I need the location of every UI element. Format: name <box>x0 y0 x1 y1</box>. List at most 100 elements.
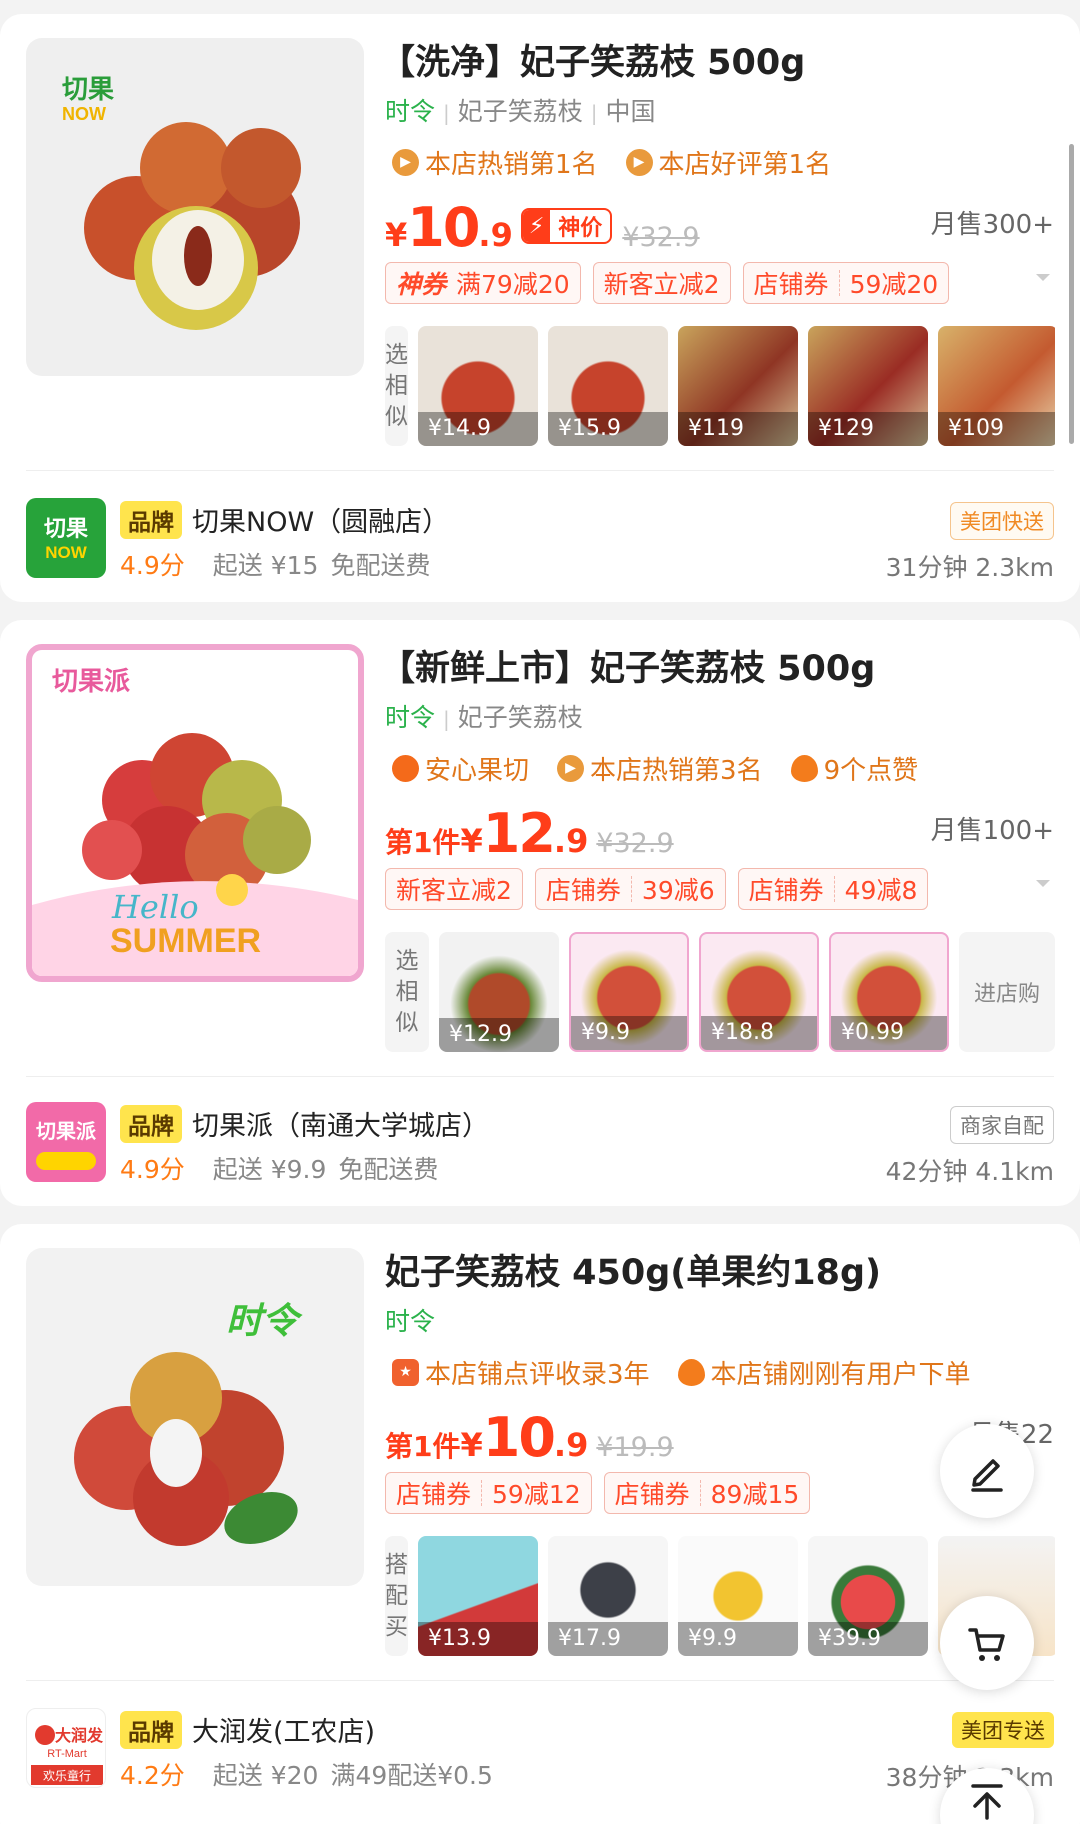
coupon[interactable]: 新客立减2 <box>592 262 731 304</box>
svg-text:欢乐童行: 欢乐童行 <box>43 1768 91 1783</box>
product-title[interactable]: 妃子笑荔枝 450g(单果约18g) <box>385 1244 881 1295</box>
similar-item[interactable]: ¥109 <box>938 326 1055 446</box>
similar-item[interactable]: ¥14.9 <box>418 326 538 446</box>
similar-item[interactable]: ¥12.9 <box>439 932 559 1052</box>
product-attributes: 时令 | 妃子笑荔枝 <box>385 703 583 732</box>
similar-item[interactable]: ¥129 <box>808 326 928 446</box>
product-image[interactable]: 切果派 Hello SUMMER <box>26 644 364 982</box>
product-card[interactable]: 切果派 Hello SUMMER 【新鲜上市】妃子笑荔枝 500g 时令 | 妃子笑… <box>0 620 1080 1206</box>
product-image[interactable]: 时令 <box>26 1248 364 1586</box>
store-rating: 4.2分 <box>120 1761 185 1790</box>
original-price: ¥19.9 <box>596 1432 674 1463</box>
brand-badge: 品牌 <box>120 1104 182 1143</box>
brand-watermark: 切果 <box>62 74 114 104</box>
monthly-sales: 月售300+ <box>930 210 1054 240</box>
delivery-distance: 42分钟 4.1km <box>885 1157 1054 1186</box>
store-info[interactable]: 切果 NOW 品牌 切果NOW（圆融店） 4.9分 起送 ¥15 免配送费 美团快送 3… <box>26 498 1054 582</box>
price: ¥10.9 ⚡ 神价 ¥32.9 <box>385 196 700 259</box>
brand-badge: 品牌 <box>120 1710 182 1749</box>
divider <box>26 470 1054 471</box>
original-price: ¥32.9 <box>596 828 674 859</box>
store-meta: 4.9分 起送 ¥15 免配送费 <box>120 551 431 580</box>
delivery-tag: 美团快送 <box>950 502 1054 540</box>
rank-icon: ▶ <box>557 755 585 782</box>
bundle-item[interactable]: ¥13.9 <box>418 1536 538 1656</box>
store-logo: 切果派 <box>26 1102 106 1182</box>
seasonal-tag: 时令 <box>385 1307 436 1336</box>
cart-icon <box>968 1628 1005 1661</box>
coupon[interactable]: 店铺券 89减15 <box>603 1472 811 1514</box>
divider <box>26 1076 1054 1077</box>
store-info[interactable]: 大润发 RT-Mart 欢乐童行 品牌 大润发(工农店) 4.2分 起送 ¥20 满49配… <box>26 1708 1054 1792</box>
fire-icon <box>790 755 818 782</box>
back-to-top-icon <box>971 1784 1003 1820</box>
seasonal-watermark: 时令 <box>226 1300 303 1341</box>
similar-item[interactable]: ¥0.99 <box>829 932 949 1052</box>
price: 第1件 ¥10.9 ¥19.9 <box>385 1406 674 1469</box>
lightning-icon: ⚡ <box>522 210 551 242</box>
similar-label[interactable]: 选相似 <box>385 932 429 1052</box>
monthly-sales: 月售100+ <box>930 816 1054 846</box>
bundle-item[interactable]: ¥39.9 <box>808 1536 928 1656</box>
edit-icon <box>971 1459 1003 1492</box>
product-badges: 安心果切 ▶ 本店热销第3名 9个点赞 <box>392 750 918 787</box>
similar-item[interactable]: ¥15.9 <box>548 326 668 446</box>
brand-badge: 品牌 <box>120 500 182 539</box>
store-logo: 切果 NOW <box>26 498 106 578</box>
chevron-down-icon[interactable] <box>1036 880 1050 887</box>
svg-text:SUMMER: SUMMER <box>110 922 261 960</box>
coupon[interactable]: 店铺券 49减8 <box>737 868 929 910</box>
original-price: ¥32.9 <box>622 222 700 253</box>
seasonal-tag: 时令 <box>385 703 436 732</box>
delivery-tag: 美团专送 <box>952 1712 1054 1748</box>
orange-icon <box>392 755 419 782</box>
product-card[interactable]: 时令 妃子笑荔枝 450g(单果约18g) 时令 ★ 本店铺点评收录3年 本店铺刚… <box>0 1224 1080 1824</box>
coupon[interactable]: 店铺券 59减20 <box>742 262 950 304</box>
store-meta: 4.9分 起送 ¥9.9 免配送费 <box>120 1155 439 1184</box>
similar-products: 选相似 ¥14.9 ¥15.9 ¥119 ¥129 ¥109 <box>385 326 1055 446</box>
god-price-badge: ⚡ 神价 <box>520 208 613 244</box>
similar-item[interactable]: ¥18.8 <box>699 932 819 1052</box>
price: 第1件 ¥12.9 ¥32.9 <box>385 802 674 865</box>
coupon[interactable]: 新客立减2 <box>385 868 523 910</box>
scrollbar[interactable] <box>1069 144 1074 444</box>
store-name[interactable]: 切果NOW（圆融店） <box>192 500 449 539</box>
store-rating: 4.9分 <box>120 551 185 580</box>
product-image[interactable]: 切果 NOW <box>26 38 364 376</box>
coupon[interactable]: 神券 满79减20 <box>385 262 581 304</box>
svg-text:Hello: Hello <box>111 888 199 926</box>
product-card[interactable]: 切果 NOW 【洗净】妃子笑荔枝 500g 时令 | 妃子笑荔枝 | 中国 ▶ 本店热销第… <box>0 14 1080 602</box>
similar-products: 选相似 ¥12.9 ¥9.9 ¥18.8 ¥0.99 进店购 <box>385 932 1055 1052</box>
store-name[interactable]: 切果派（南通大学城店） <box>192 1104 489 1143</box>
cart-button[interactable] <box>940 1596 1034 1690</box>
product-title[interactable]: 【新鲜上市】妃子笑荔枝 500g <box>380 640 875 691</box>
rank-icon: ▶ <box>625 149 653 176</box>
product-badges: ★ 本店铺点评收录3年 本店铺刚刚有用户下单 <box>392 1354 971 1391</box>
edit-button[interactable] <box>940 1424 1034 1518</box>
divider <box>26 1680 1054 1681</box>
coupon-list: 新客立减2 店铺券 39减6 店铺券 49减8 <box>385 868 929 910</box>
enter-store-button[interactable]: 进店购 <box>959 932 1055 1052</box>
coupon-list: 神券 满79减20 新客立减2 店铺券 59减20 <box>385 262 950 304</box>
store-name[interactable]: 大润发(工农店) <box>192 1710 375 1749</box>
similar-item[interactable]: ¥9.9 <box>569 932 689 1052</box>
svg-text:RT-Mart: RT-Mart <box>47 1748 87 1760</box>
fire-icon <box>677 1359 705 1386</box>
store-meta: 4.2分 起送 ¥20 满49配送¥0.5 <box>120 1761 493 1790</box>
product-title[interactable]: 【洗净】妃子笑荔枝 500g <box>380 34 805 85</box>
bundle-item[interactable]: ¥17.9 <box>548 1536 668 1656</box>
similar-item[interactable]: ¥119 <box>678 326 798 446</box>
bundle-label[interactable]: 搭配买 <box>385 1536 408 1656</box>
bundle-item[interactable]: ¥9.9 <box>678 1536 798 1656</box>
store-rating: 4.9分 <box>120 1155 185 1184</box>
rank-icon: ▶ <box>392 149 419 176</box>
review-icon: ★ <box>392 1359 419 1386</box>
store-info[interactable]: 切果派 品牌 切果派（南通大学城店） 4.9分 起送 ¥9.9 免配送费 商家自配 4… <box>26 1102 1054 1186</box>
product-attributes: 时令 <box>385 1302 435 1338</box>
coupon[interactable]: 店铺券 39减6 <box>534 868 726 910</box>
similar-label[interactable]: 选相似 <box>385 326 408 446</box>
delivery-tag: 商家自配 <box>950 1106 1054 1144</box>
chevron-down-icon[interactable] <box>1036 274 1050 281</box>
delivery-distance: 31分钟 2.3km <box>885 553 1054 582</box>
coupon[interactable]: 店铺券 59减12 <box>385 1472 592 1514</box>
